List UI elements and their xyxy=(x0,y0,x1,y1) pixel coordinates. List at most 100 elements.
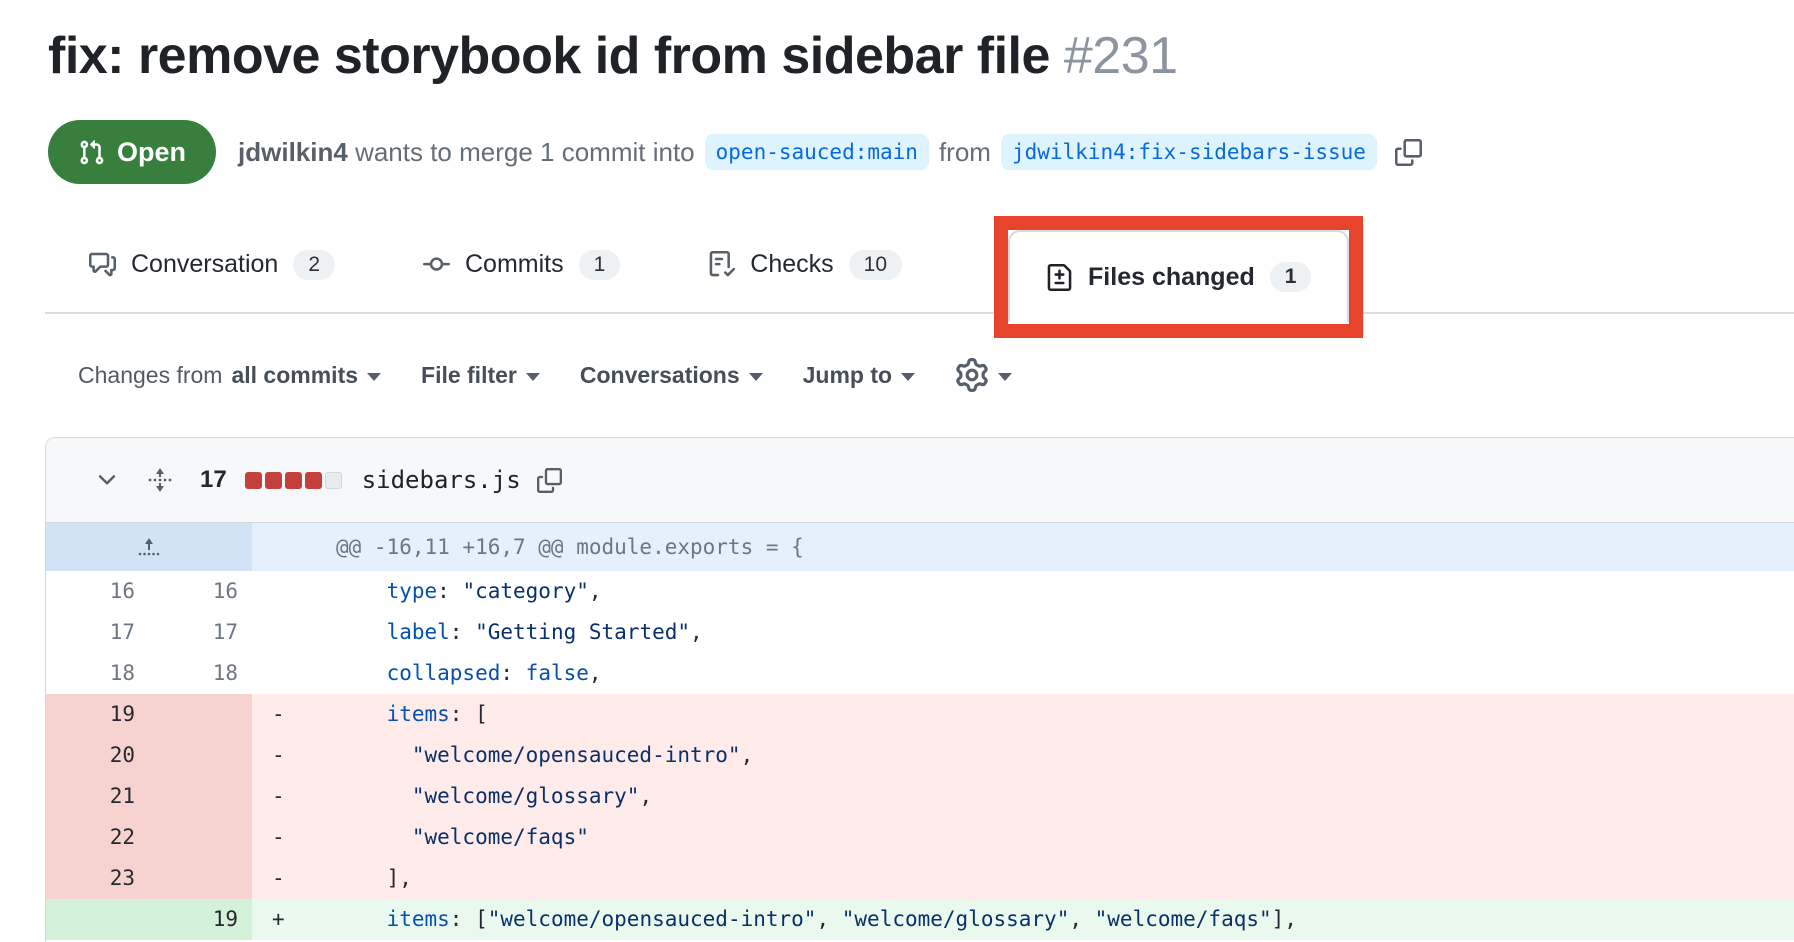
head-branch-label: jdwilkin4:fix-sidebars-issue xyxy=(1001,134,1377,170)
conversations-dropdown[interactable]: Conversations xyxy=(580,362,763,389)
file-header: 17 sidebars.js xyxy=(46,438,1794,523)
chevron-down-icon xyxy=(94,467,120,493)
base-branch-label: open-sauced:main xyxy=(705,134,929,170)
old-line-number[interactable] xyxy=(46,899,149,940)
caret-down-icon xyxy=(749,373,763,381)
tab-files-changed[interactable]: Files changed 1 xyxy=(1008,230,1349,322)
code-line: - "welcome/faqs" xyxy=(252,817,1794,858)
diff-context-row: 1818 collapsed: false, xyxy=(46,653,1794,694)
copy-icon xyxy=(1395,139,1422,166)
diff-toolbar: Changes from all commits File filter Con… xyxy=(78,352,1012,398)
copy-branch-button[interactable] xyxy=(1395,139,1422,166)
caret-down-icon xyxy=(367,373,381,381)
diffstat-red-square xyxy=(305,472,322,489)
file-filter-dropdown[interactable]: File filter xyxy=(421,362,540,389)
old-line-number[interactable]: 23 xyxy=(46,858,149,899)
tab-label: Files changed xyxy=(1088,263,1255,292)
code-line: type: "category", xyxy=(252,571,1794,612)
diff-del-row: 23 - ], xyxy=(46,858,1794,899)
diff-marker: - xyxy=(272,776,285,817)
caret-down-icon xyxy=(526,373,540,381)
diff-context-row: 1616 type: "category", xyxy=(46,571,1794,612)
unfold-vertical-icon xyxy=(146,466,174,494)
pr-action-text: wants to merge 1 commit into xyxy=(348,137,695,168)
pr-author: jdwilkin4 xyxy=(238,137,348,168)
pr-number: #231 xyxy=(1064,27,1178,85)
expand-hunk-up-button[interactable] xyxy=(46,523,252,571)
old-line-number[interactable]: 22 xyxy=(46,817,149,858)
tab-commits[interactable]: Commits 1 xyxy=(379,219,664,311)
tab-counter: 2 xyxy=(293,250,335,280)
old-line-number[interactable]: 18 xyxy=(46,653,149,694)
pr-meta-row: Open jdwilkin4 wants to merge 1 commit i… xyxy=(48,120,1422,184)
new-line-number[interactable] xyxy=(149,858,252,899)
new-line-number[interactable]: 18 xyxy=(149,653,252,694)
new-line-number[interactable] xyxy=(149,735,252,776)
old-line-number[interactable]: 17 xyxy=(46,612,149,653)
hunk-header-text: @@ -16,11 +16,7 @@ module.exports = { xyxy=(252,523,1794,571)
pr-files-changed-page: fix: remove storybook id from sidebar fi… xyxy=(0,0,1794,942)
caret-down-icon xyxy=(998,373,1012,381)
diff-rows: @@ -16,11 +16,7 @@ module.exports = {161… xyxy=(46,523,1794,940)
hunk-header-row: @@ -16,11 +16,7 @@ module.exports = { xyxy=(46,523,1794,571)
expand-all-diff-button[interactable] xyxy=(146,466,174,494)
code-line: collapsed: false, xyxy=(252,653,1794,694)
diff-marker: - xyxy=(272,817,285,858)
diff-del-row: 20 - "welcome/opensauced-intro", xyxy=(46,735,1794,776)
new-line-number[interactable]: 17 xyxy=(149,612,252,653)
diff-context-row: 1717 label: "Getting Started", xyxy=(46,612,1794,653)
expand-up-icon xyxy=(137,535,161,559)
diff-settings-dropdown[interactable] xyxy=(955,358,1012,392)
old-line-number[interactable]: 16 xyxy=(46,571,149,612)
diffstat-red-square xyxy=(245,472,262,489)
pr-state-label: Open xyxy=(117,137,186,168)
gear-icon xyxy=(955,358,989,392)
pr-title-text: fix: remove storybook id from sidebar fi… xyxy=(48,27,1050,85)
copy-file-path-button[interactable] xyxy=(537,468,562,493)
new-line-number[interactable] xyxy=(149,694,252,735)
diffstat-neutral-square xyxy=(325,472,342,489)
file-diff-panel: 17 sidebars.js @@ -16,11 +16,7 @@ module… xyxy=(45,437,1794,942)
diff-marker: - xyxy=(272,694,285,735)
code-line: label: "Getting Started", xyxy=(252,612,1794,653)
tab-counter: 1 xyxy=(579,250,621,280)
new-line-number[interactable]: 19 xyxy=(149,899,252,940)
old-line-number[interactable]: 19 xyxy=(46,694,149,735)
diff-marker: - xyxy=(272,735,285,776)
code-line: - "welcome/glossary", xyxy=(252,776,1794,817)
new-line-number[interactable] xyxy=(149,776,252,817)
new-line-number[interactable] xyxy=(149,817,252,858)
jump-to-dropdown[interactable]: Jump to xyxy=(803,362,915,389)
code-line: - ], xyxy=(252,858,1794,899)
git-commit-icon xyxy=(423,251,450,278)
diff-del-row: 21 - "welcome/glossary", xyxy=(46,776,1794,817)
pr-tabnav: Conversation 2 Commits 1 Checks 10 Files… xyxy=(45,217,1794,314)
diffstat-red-square xyxy=(285,472,302,489)
tab-label: Checks xyxy=(750,250,833,279)
code-line: + items: ["welcome/opensauced-intro", "w… xyxy=(252,899,1794,940)
code-line: - "welcome/opensauced-intro", xyxy=(252,735,1794,776)
copy-icon xyxy=(537,468,562,493)
collapse-file-button[interactable] xyxy=(94,467,120,493)
new-line-number[interactable]: 16 xyxy=(149,571,252,612)
diff-marker: - xyxy=(272,858,285,899)
comment-discussion-icon xyxy=(89,251,116,278)
changes-from-dropdown[interactable]: Changes from all commits xyxy=(78,362,381,389)
old-line-number[interactable]: 20 xyxy=(46,735,149,776)
old-line-number[interactable]: 21 xyxy=(46,776,149,817)
page-title: fix: remove storybook id from sidebar fi… xyxy=(48,26,1178,86)
diff-marker: + xyxy=(272,899,285,940)
tab-label: Conversation xyxy=(131,250,278,279)
from-word: from xyxy=(939,137,991,168)
diffstat-red-square xyxy=(265,472,282,489)
file-diff-icon xyxy=(1046,264,1073,291)
tab-label: Commits xyxy=(465,250,564,279)
file-name-link[interactable]: sidebars.js xyxy=(362,466,521,494)
tab-counter: 10 xyxy=(849,250,902,280)
pr-state-badge: Open xyxy=(48,120,216,184)
git-pull-request-icon xyxy=(78,139,105,166)
tab-conversation[interactable]: Conversation 2 xyxy=(45,219,379,311)
code-line: - items: [ xyxy=(252,694,1794,735)
tab-checks[interactable]: Checks 10 xyxy=(664,219,946,311)
changes-from-value: all commits xyxy=(231,362,358,389)
